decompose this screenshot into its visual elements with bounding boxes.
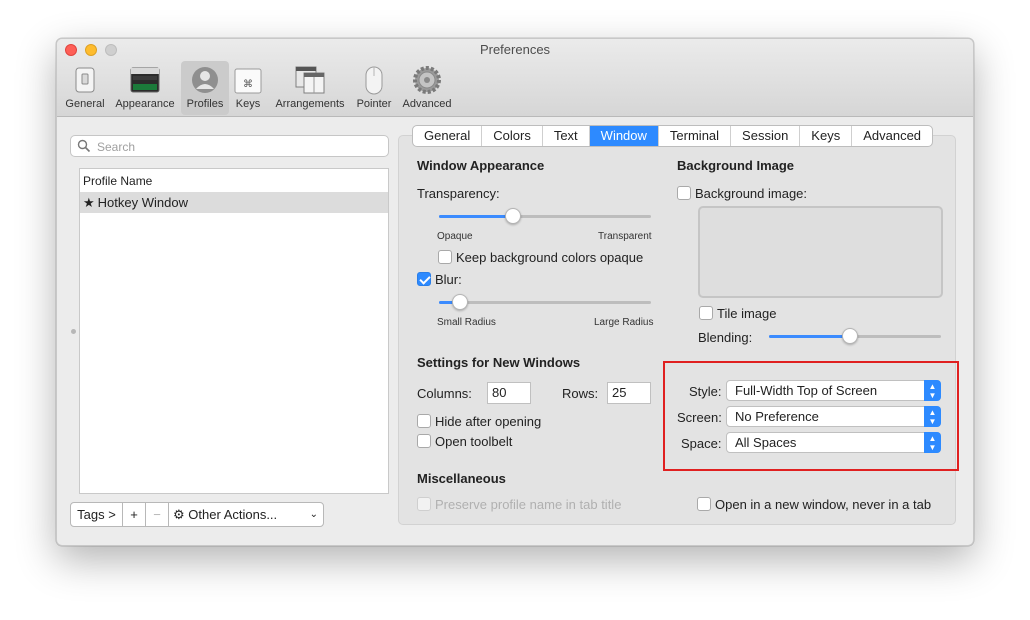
tags-button[interactable]: Tags > — [70, 502, 123, 527]
toolbar-label: Profiles — [186, 98, 224, 110]
background-image-title: Background Image — [677, 158, 795, 173]
columns-label: Columns: — [417, 386, 472, 401]
small-radius-label: Small Radius — [437, 317, 496, 328]
transparent-label: Transparent — [598, 231, 652, 242]
tab-advanced[interactable]: Advanced — [852, 126, 932, 146]
chevron-down-icon: ⌄ — [309, 509, 318, 520]
list-item[interactable]: ★ Hotkey Window — [80, 193, 388, 213]
profile-search[interactable] — [70, 135, 389, 157]
toolbar-pointer[interactable]: Pointer — [353, 61, 395, 115]
preserve-profile-name-checkbox[interactable] — [417, 497, 431, 511]
background-image-label: Background image: — [695, 186, 808, 201]
open-toolbelt-checkbox[interactable] — [417, 434, 431, 448]
annotation-highlight-box — [663, 361, 959, 471]
slider-knob[interactable] — [452, 294, 468, 310]
split-view-handle[interactable] — [71, 329, 76, 334]
tab-window[interactable]: Window — [589, 126, 659, 146]
preserve-profile-name-label: Preserve profile name in tab title — [435, 497, 622, 512]
toolbar-label: Arrangements — [275, 98, 345, 110]
tile-image-label: Tile image — [717, 306, 777, 321]
tab-terminal[interactable]: Terminal — [659, 126, 732, 146]
toolbar-advanced[interactable]: Advanced — [399, 61, 455, 115]
keep-bg-opaque-label: Keep background colors opaque — [456, 250, 644, 265]
keyboard-icon: ⌘ — [234, 68, 262, 94]
toolbar-appearance[interactable]: Appearance — [111, 61, 179, 115]
blur-checkbox[interactable] — [417, 272, 431, 286]
profile-name: Hotkey Window — [97, 195, 188, 210]
toolbar-arrangements[interactable]: Arrangements — [269, 61, 351, 115]
toolbar-general[interactable]: General — [63, 61, 107, 115]
search-input[interactable] — [97, 138, 377, 155]
mouse-icon — [365, 66, 383, 95]
slider-knob[interactable] — [842, 328, 858, 344]
miscellaneous-title: Miscellaneous — [417, 471, 506, 486]
profiles-icon — [192, 67, 218, 93]
hide-after-opening-checkbox[interactable] — [417, 414, 431, 428]
toolbar-label: Pointer — [356, 98, 392, 110]
column-header-profile-name[interactable]: Profile Name — [80, 169, 388, 193]
tab-text[interactable]: Text — [543, 126, 590, 146]
gear-icon — [413, 66, 441, 94]
toolbar-keys[interactable]: ⌘ Keys — [231, 61, 265, 115]
toolbar-label: Keys — [235, 98, 261, 110]
tab-keys[interactable]: Keys — [800, 126, 853, 146]
switch-icon — [75, 67, 95, 93]
toolbar-label: General — [65, 98, 105, 110]
rows-label: Rows: — [562, 386, 599, 401]
add-profile-button[interactable]: + — [122, 502, 146, 527]
hide-after-opening-label: Hide after opening — [435, 414, 542, 429]
large-radius-label: Large Radius — [594, 317, 654, 328]
rows-field[interactable]: 25 — [607, 382, 651, 404]
star-icon: ★ — [83, 195, 95, 210]
tab-colors[interactable]: Colors — [482, 126, 543, 146]
toolbar-profiles[interactable]: Profiles — [181, 61, 229, 115]
tab-session[interactable]: Session — [731, 126, 801, 146]
columns-field[interactable]: 80 — [487, 382, 531, 404]
other-actions-button[interactable]: ⚙ Other Actions... ⌄ — [168, 502, 324, 527]
blur-slider[interactable] — [439, 293, 651, 311]
transparency-label: Transparency: — [417, 186, 500, 201]
tile-image-checkbox[interactable] — [699, 306, 713, 320]
open-new-window-label: Open in a new window, never in a tab — [715, 497, 932, 512]
blending-slider[interactable] — [769, 327, 941, 345]
gear-icon: ⚙ — [173, 508, 185, 523]
arrangements-icon — [295, 66, 325, 94]
keep-bg-opaque-checkbox[interactable] — [438, 250, 452, 264]
open-toolbelt-label: Open toolbelt — [435, 434, 513, 449]
toolbar-label: Appearance — [115, 98, 175, 110]
opaque-label: Opaque — [437, 231, 473, 242]
background-image-well[interactable] — [698, 206, 943, 298]
blending-label: Blending: — [698, 330, 753, 345]
background-image-checkbox[interactable] — [677, 186, 691, 200]
profile-list: Profile Name ★ Hotkey Window — [79, 168, 389, 494]
window-title: Preferences — [479, 42, 551, 57]
search-icon — [77, 139, 91, 153]
profile-tabs: General Colors Text Window Terminal Sess… — [412, 125, 934, 147]
svg-text:⌘: ⌘ — [243, 79, 253, 90]
titlebar: Preferences General Appearance Profiles … — [57, 39, 973, 117]
blur-label: Blur: — [435, 272, 462, 287]
toolbar-label: Advanced — [402, 98, 452, 110]
other-actions-label: Other Actions... — [188, 507, 278, 522]
tab-general[interactable]: General — [413, 126, 483, 146]
new-windows-title: Settings for New Windows — [417, 355, 581, 370]
transparency-slider[interactable] — [439, 207, 651, 225]
preferences-window: Preferences General Appearance Profiles … — [56, 38, 974, 546]
window-appearance-title: Window Appearance — [417, 158, 545, 173]
remove-profile-button[interactable]: − — [145, 502, 169, 527]
appearance-icon — [130, 67, 160, 93]
slider-knob[interactable] — [505, 208, 521, 224]
open-new-window-checkbox[interactable] — [697, 497, 711, 511]
